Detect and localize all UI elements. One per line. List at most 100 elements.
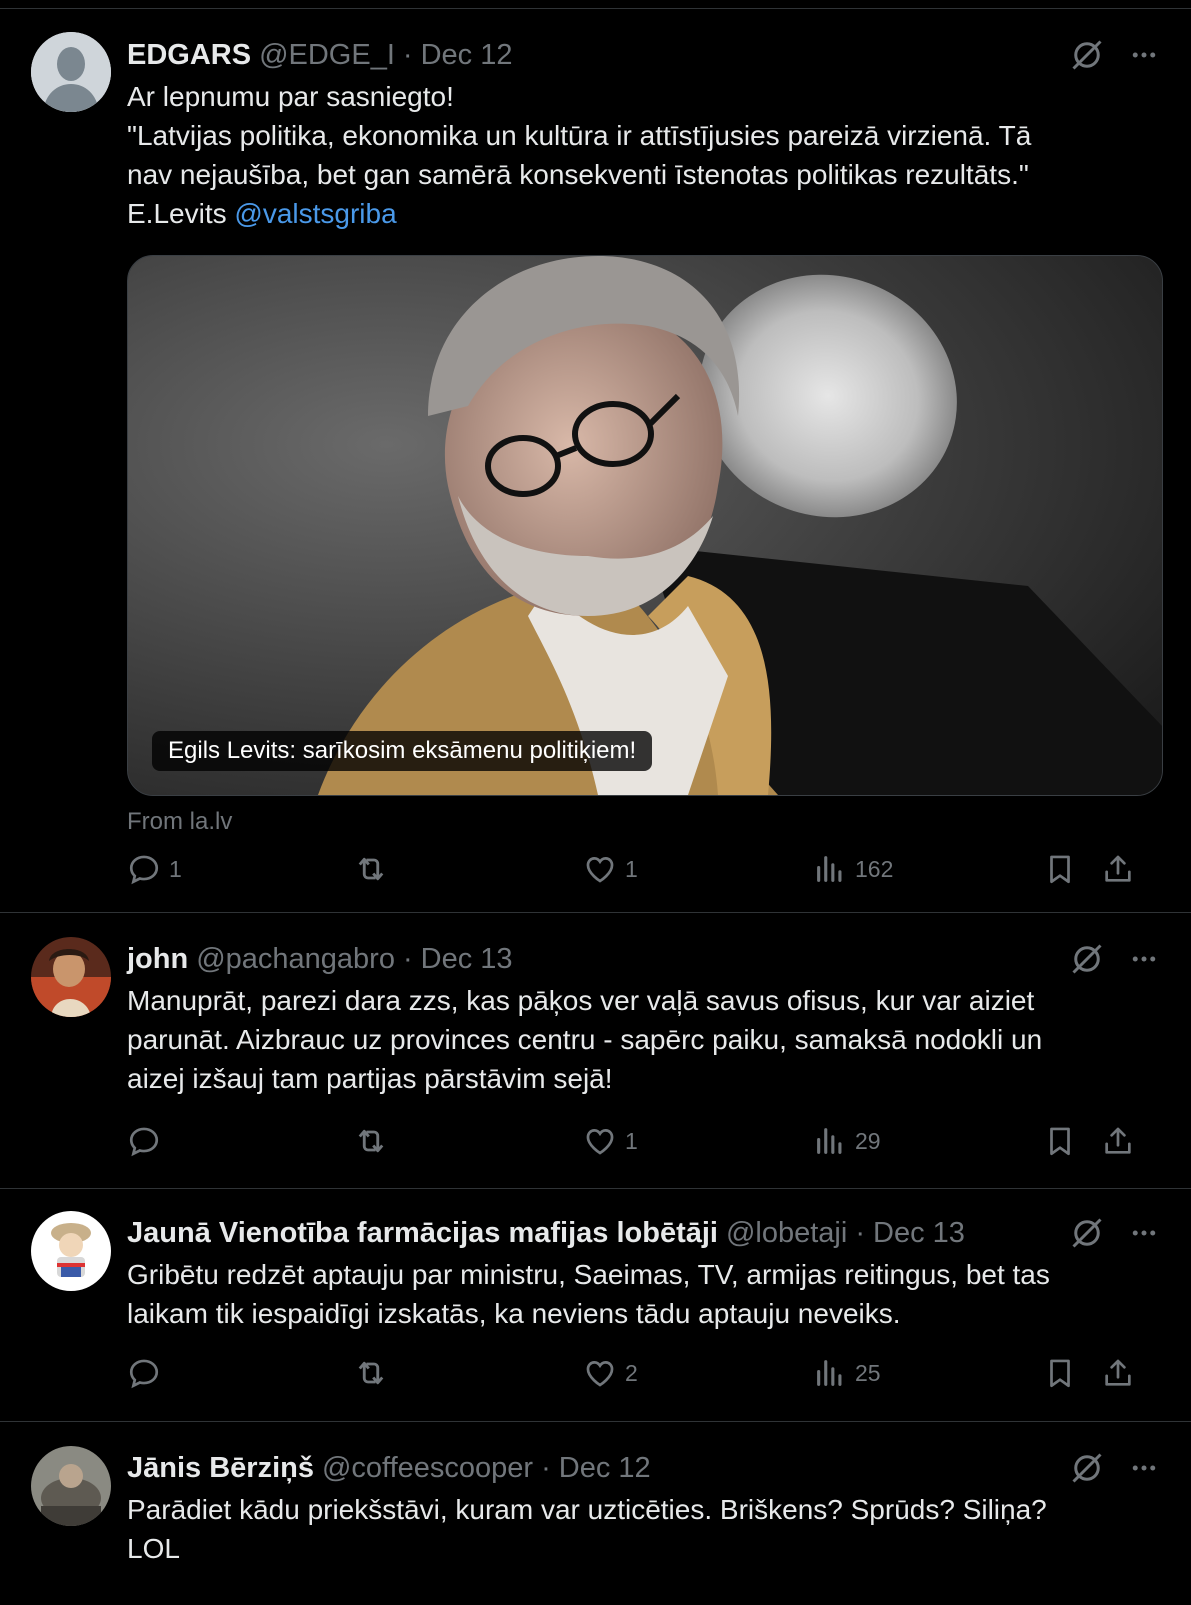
share-icon bbox=[1101, 1356, 1135, 1390]
retweet-button[interactable] bbox=[353, 1121, 397, 1161]
bookmark-icon bbox=[1043, 1124, 1077, 1158]
tweet-3[interactable]: Jaunā Vienotība farmācijas mafijas lobēt… bbox=[0, 1189, 1191, 1422]
mention-link[interactable]: @valstsgriba bbox=[234, 198, 396, 229]
link-card[interactable]: Egils Levits: sarīkosim eksāmenu politiķ… bbox=[127, 255, 1163, 796]
share-button[interactable] bbox=[1101, 849, 1135, 889]
like-button[interactable]: 1 bbox=[583, 1121, 638, 1161]
tweet-actions: 2 25 bbox=[127, 1353, 1159, 1393]
author-name[interactable]: john bbox=[127, 941, 188, 977]
avatar[interactable] bbox=[31, 937, 111, 1017]
more-icon[interactable] bbox=[1129, 944, 1159, 974]
retweet-button[interactable] bbox=[353, 1353, 397, 1393]
author-name[interactable]: Jaunā Vienotība farmācijas mafijas lobēt… bbox=[127, 1215, 718, 1251]
tweet-actions: 1 29 bbox=[127, 1121, 1159, 1161]
tweet-date[interactable]: Dec 13 bbox=[421, 941, 513, 977]
views-icon bbox=[813, 1124, 847, 1158]
views-button[interactable]: 29 bbox=[813, 1121, 881, 1161]
tweet-line: parunāt. Aizbrauc uz provinces centru - … bbox=[127, 1024, 1043, 1055]
tweet-date[interactable]: Dec 12 bbox=[559, 1450, 651, 1486]
bookmark-button[interactable] bbox=[1043, 1121, 1077, 1161]
grok-icon[interactable] bbox=[1069, 1450, 1105, 1486]
tweet-line: Ar lepnumu par sasniegto! bbox=[127, 81, 454, 112]
tweet-text: Gribētu redzēt aptauju par ministru, Sae… bbox=[127, 1255, 1159, 1333]
more-icon[interactable] bbox=[1129, 40, 1159, 70]
views-count: 29 bbox=[855, 1127, 881, 1154]
reply-button[interactable] bbox=[127, 1353, 169, 1393]
card-title: Egils Levits: sarīkosim eksāmenu politiķ… bbox=[152, 731, 653, 771]
share-icon bbox=[1101, 852, 1135, 886]
card-image bbox=[128, 256, 1162, 795]
like-icon bbox=[583, 852, 617, 886]
retweet-icon bbox=[353, 1355, 389, 1391]
views-count: 25 bbox=[855, 1359, 881, 1386]
retweet-button[interactable] bbox=[353, 849, 397, 889]
reply-button[interactable]: 1 bbox=[127, 849, 182, 889]
author-handle[interactable]: @coffeescooper bbox=[322, 1450, 533, 1486]
tweet-1[interactable]: EDGARS @EDGE_I · Dec 12 Ar lepnumu par s… bbox=[0, 9, 1191, 913]
bookmark-button[interactable] bbox=[1043, 849, 1077, 889]
bookmark-icon bbox=[1043, 1356, 1077, 1390]
more-icon[interactable] bbox=[1129, 1218, 1159, 1248]
user-avatar-image bbox=[31, 1211, 111, 1291]
card-source[interactable]: From la.lv bbox=[127, 808, 1159, 836]
reply-count: 1 bbox=[169, 855, 182, 882]
avatar[interactable] bbox=[31, 1446, 111, 1526]
like-count: 1 bbox=[625, 1127, 638, 1154]
views-icon bbox=[813, 852, 847, 886]
tweet-date[interactable]: Dec 12 bbox=[421, 37, 513, 73]
reply-icon bbox=[127, 1356, 161, 1390]
tweet-line: Parādiet kādu priekšstāvi, kuram var uzt… bbox=[127, 1494, 1047, 1525]
tweet-header: EDGARS @EDGE_I · Dec 12 bbox=[127, 37, 1159, 73]
author-name[interactable]: Jānis Bērziņš bbox=[127, 1450, 314, 1486]
tweet-line: E.Levits @valstsgriba bbox=[127, 194, 1159, 233]
tweet-line: aizej izšauj tam partijas pārstāvim sejā… bbox=[127, 1063, 613, 1094]
views-button[interactable]: 25 bbox=[813, 1353, 881, 1393]
like-icon bbox=[583, 1356, 617, 1390]
like-button[interactable]: 2 bbox=[583, 1353, 638, 1393]
like-icon bbox=[583, 1124, 617, 1158]
grok-icon[interactable] bbox=[1069, 37, 1105, 73]
grok-icon[interactable] bbox=[1069, 941, 1105, 977]
avatar[interactable] bbox=[31, 1211, 111, 1291]
tweet-line: nav nejaušība, bet gan samērā konsekvent… bbox=[127, 159, 1029, 190]
avatar[interactable] bbox=[31, 32, 111, 112]
tweet-line: Manuprāt, parezi dara zzs, kas pāķos ver… bbox=[127, 985, 1035, 1016]
tweet-text: Parādiet kādu priekšstāvi, kuram var uzt… bbox=[127, 1490, 1159, 1568]
like-count: 1 bbox=[625, 855, 638, 882]
views-icon bbox=[813, 1356, 847, 1390]
separator-dot: · bbox=[402, 39, 413, 71]
author-handle[interactable]: @pachangabro bbox=[196, 941, 395, 977]
retweet-icon bbox=[353, 851, 389, 887]
tweet-header: john @pachangabro · Dec 13 bbox=[127, 941, 1159, 977]
tweet-line: laikam tik iespaidīgi izskatās, ka nevie… bbox=[127, 1298, 901, 1329]
views-button[interactable]: 162 bbox=[813, 849, 893, 889]
more-icon[interactable] bbox=[1129, 1453, 1159, 1483]
share-icon bbox=[1101, 1124, 1135, 1158]
bookmark-icon bbox=[1043, 852, 1077, 886]
share-button[interactable] bbox=[1101, 1121, 1135, 1161]
reply-button[interactable] bbox=[127, 1121, 169, 1161]
like-button[interactable]: 1 bbox=[583, 849, 638, 889]
top-divider bbox=[0, 0, 1191, 9]
separator-dot: · bbox=[402, 943, 413, 975]
author-name[interactable]: EDGARS bbox=[127, 37, 251, 73]
author-handle[interactable]: @EDGE_I bbox=[259, 37, 395, 73]
share-button[interactable] bbox=[1101, 1353, 1135, 1393]
user-avatar-image bbox=[31, 937, 111, 1017]
reply-icon bbox=[127, 852, 161, 886]
grok-icon[interactable] bbox=[1069, 1215, 1105, 1251]
default-avatar-icon bbox=[31, 32, 111, 112]
tweet-line: Gribētu redzēt aptauju par ministru, Sae… bbox=[127, 1259, 1050, 1290]
tweet-date[interactable]: Dec 13 bbox=[873, 1215, 965, 1251]
separator-dot: · bbox=[541, 1452, 551, 1484]
reply-icon bbox=[127, 1124, 161, 1158]
user-avatar-image bbox=[31, 1446, 111, 1526]
tweet-line-prefix: E.Levits bbox=[127, 198, 235, 229]
like-count: 2 bbox=[625, 1359, 638, 1386]
tweet-2[interactable]: john @pachangabro · Dec 13 Manuprāt, par… bbox=[0, 913, 1191, 1189]
author-handle[interactable]: @lobetaji bbox=[726, 1215, 847, 1251]
bookmark-button[interactable] bbox=[1043, 1353, 1077, 1393]
tweet-line: "Latvijas politika, ekonomika un kultūra… bbox=[127, 120, 1032, 151]
tweet-4[interactable]: Jānis Bērziņš @coffeescooper · Dec 12 Pa… bbox=[0, 1422, 1191, 1602]
tweet-text: Manuprāt, parezi dara zzs, kas pāķos ver… bbox=[127, 981, 1159, 1098]
